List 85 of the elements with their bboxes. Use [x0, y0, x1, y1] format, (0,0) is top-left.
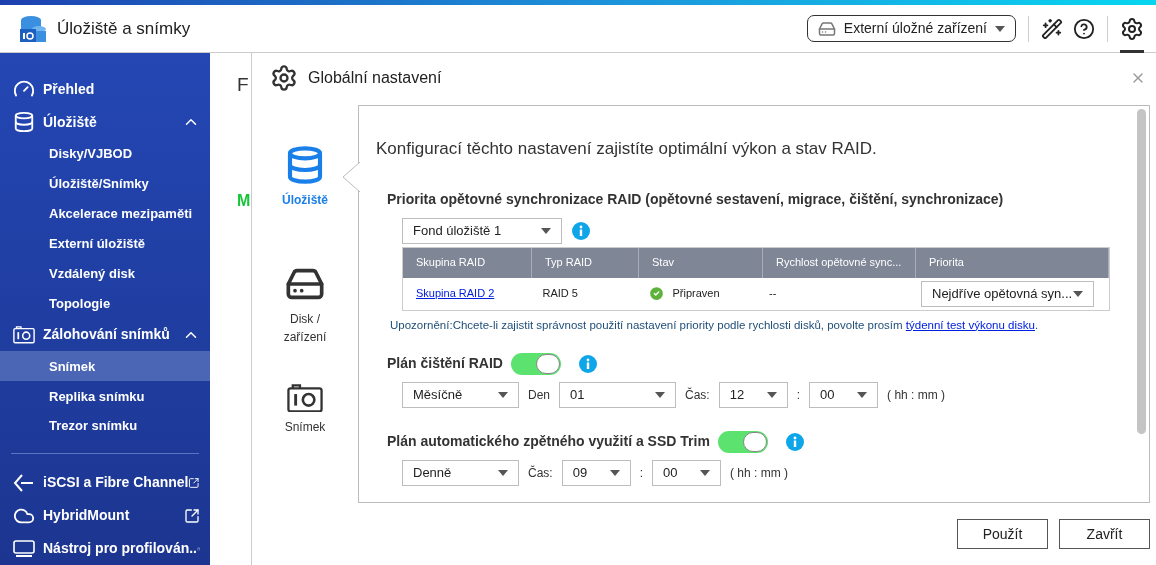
field-label: Čas: [685, 386, 710, 404]
dropdown[interactable]: 12 [718, 381, 788, 408]
sidebar-item[interactable]: Nástroj pro profilován.. [0, 532, 210, 565]
check-icon [647, 285, 665, 302]
table-cell-text: Připraven [672, 286, 720, 302]
dropdown[interactable]: Denně [402, 459, 519, 486]
section-heading: Priorita opětovné synchronizace RAID (opětovné sestavení, migrace, čištění, synchronizace) [386, 189, 1005, 209]
field-label: Den [528, 386, 550, 404]
category-tab[interactable]: Úložiště [265, 145, 345, 265]
dropdown[interactable]: 09 [561, 459, 631, 486]
caret-icon [498, 469, 508, 476]
app-logo-icon [19, 14, 47, 43]
raid-group-link[interactable]: Skupina RAID 2 [416, 287, 495, 300]
table-cell-text: -- [768, 286, 778, 302]
section-heading: Plán automatického zpětného využití a SSD Trim [387, 432, 710, 452]
sidebar-item[interactable]: Úložiště [0, 105, 210, 139]
sidebar-subitem[interactable]: Topologie [0, 288, 210, 319]
caret-icon [700, 469, 711, 476]
sidebar-item[interactable]: HybridMount [0, 499, 210, 533]
dropdown[interactable]: 00 [809, 381, 879, 408]
caret-icon [541, 227, 551, 234]
dropdown[interactable]: Měsíčně [402, 381, 519, 408]
field-label: ( hh : mm ) [730, 464, 789, 482]
sidebar-subitem[interactable]: Úložiště/Snímky [0, 168, 210, 199]
caret-icon [498, 391, 508, 398]
caret-icon [655, 391, 665, 398]
info-icon[interactable] [785, 432, 804, 451]
help-icon[interactable] [1073, 17, 1095, 40]
dialog-title: Globální nastavení [308, 68, 442, 88]
drive-icon [13, 539, 35, 558]
caret-icon [766, 391, 777, 398]
caret-icon [1073, 290, 1083, 297]
settings-icon [270, 64, 298, 92]
dialog-button[interactable]: Zavřít [1059, 519, 1150, 549]
dropdown[interactable]: Fond úložiště 1 [402, 217, 562, 244]
sidebar-subitem[interactable]: Replika snímku [0, 381, 210, 412]
page-heading: F [237, 73, 250, 97]
sidebar-item[interactable]: iSCSI a Fibre Channel [0, 466, 210, 500]
drive-icon [817, 19, 836, 38]
category-tab[interactable]: Disk / zařízení [265, 264, 345, 384]
toggle-switch[interactable] [510, 352, 561, 375]
intro-text: Konfigurací těchto nastavení zajistíte optimální výkon a stav RAID. [376, 138, 878, 160]
app-title: Úložiště a snímky [57, 17, 191, 40]
sidebar-subitem[interactable]: Trezor snímku [0, 411, 210, 442]
column-header: Rychlost opětovné sync... [763, 247, 916, 278]
column-header: Priorita [916, 247, 1109, 278]
category-tab[interactable]: Snímek [265, 383, 345, 503]
column-header: Stav [639, 247, 763, 278]
dialog-button[interactable]: Použít [957, 519, 1048, 549]
sidebar-item[interactable]: Přehled [0, 73, 210, 106]
notice-text: Upozornění:Chcete-li zajistit správnost použití nastavení priority podle rychlosti disků, povolte prosím týdenní test výkonu disku. [389, 317, 1040, 333]
caret-icon [609, 469, 620, 476]
status-text: M [237, 190, 251, 211]
dropdown[interactable]: 00 [652, 459, 722, 486]
external-device-button[interactable]: Externí úložné zařízení [806, 15, 1016, 42]
external-link-icon[interactable] [184, 507, 200, 524]
wand-icon[interactable] [1041, 17, 1063, 40]
sidebar-subitem[interactable]: Vzdálený disk [0, 258, 210, 289]
dropdown[interactable]: 01 [559, 381, 676, 408]
sidebar-subitem[interactable]: Snímek [0, 351, 210, 382]
column-header: Typ RAID [532, 247, 639, 278]
column-header: Skupina RAID [403, 247, 532, 278]
field-label: : [639, 464, 644, 482]
database-icon [285, 145, 325, 185]
sidebar-subitem[interactable]: Akcelerace mezipaměti [0, 198, 210, 229]
camera-icon [13, 326, 35, 344]
connector-icon [13, 472, 35, 493]
field-label: : [796, 386, 801, 404]
info-icon[interactable] [572, 221, 590, 240]
caret-icon [995, 25, 1005, 32]
database-icon [13, 111, 35, 134]
sidebar-subitem[interactable]: Externí úložiště [0, 228, 210, 259]
settings-icon [1120, 16, 1144, 41]
table-cell-text: RAID 5 [541, 286, 579, 302]
field-label: Čas: [528, 464, 553, 482]
sidebar-subitem[interactable]: Disky/VJBOD [0, 138, 210, 169]
sidebar-item[interactable]: Zálohování snímků [0, 318, 210, 352]
disk-test-link[interactable]: týdenní test výkonu disku [905, 318, 1035, 331]
section-heading: Plán čištění RAID [387, 354, 503, 374]
caret-icon [857, 391, 868, 398]
dropdown[interactable]: Nejdříve opětovná syn... [921, 280, 1094, 307]
camera-icon [287, 383, 323, 413]
info-icon[interactable] [578, 354, 597, 373]
toggle-switch[interactable] [717, 430, 768, 453]
field-label: ( hh : mm ) [887, 386, 946, 404]
